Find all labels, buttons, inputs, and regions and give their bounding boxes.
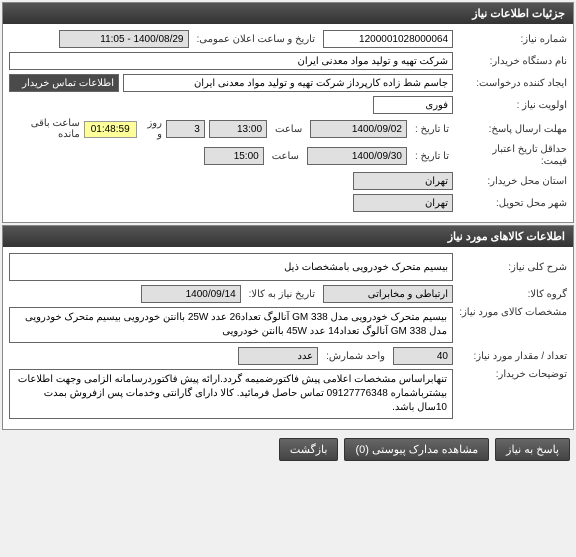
row-group: گروه کالا: ارتباطی و مخابراتی تاریخ نیاز… <box>9 285 567 303</box>
requester-field: جاسم شط زاده کارپرداز شرکت تهیه و تولید … <box>123 74 453 92</box>
unit-field: عدد <box>238 347 318 365</box>
days-remain-field: 3 <box>166 120 205 138</box>
unit-label: واحد شمارش: <box>322 351 389 362</box>
validity-label: حداقل تاریخ اعتبار قیمت: <box>457 144 567 168</box>
validity-time-field: 15:00 <box>204 147 264 165</box>
need-date-label: تاریخ نیاز به کالا: <box>245 289 319 300</box>
row-deadline: مهلت ارسال پاسخ: تا تاریخ : 1400/09/02 س… <box>9 118 567 140</box>
deadline-time-field: 13:00 <box>209 120 267 138</box>
announce-date-field: 1400/08/29 - 11:05 <box>59 30 189 48</box>
days-txt: روز و <box>141 118 162 140</box>
buyer-province-label: استان محل خریدار: <box>457 176 567 187</box>
row-delivery-city: شهر محل تحویل: تهران <box>9 194 567 212</box>
goods-panel: اطلاعات کالاهای مورد نیاز شرح کلی نیاز: … <box>2 225 574 430</box>
announce-date-label: تاریخ و ساعت اعلان عمومی: <box>193 34 320 45</box>
spec-field: بیسیم متحرک خودرویی مدل GM 338 آنالوگ تع… <box>9 307 453 343</box>
button-row: پاسخ به نیاز مشاهده مدارک پیوستی (0) باز… <box>0 432 576 467</box>
notes-field: تنهابراساس مشخصات اعلامی پیش فاکتورضمیمه… <box>9 369 453 419</box>
contact-buyer-link[interactable]: اطلاعات تماس خریدار <box>9 74 119 92</box>
group-label: گروه کالا: <box>457 289 567 300</box>
need-number-label: شماره نیاز: <box>457 34 567 45</box>
desc-label: شرح کلی نیاز: <box>457 262 567 273</box>
notes-label: توضیحات خریدار: <box>457 369 567 380</box>
priority-label: اولویت نیاز : <box>457 100 567 111</box>
need-number-field: 1200001028000064 <box>323 30 453 48</box>
validity-date-field: 1400/09/30 <box>307 147 407 165</box>
priority-field: فوری <box>373 96 453 114</box>
desc-field: بیسیم متحرک خودرویی بامشخصات ذیل <box>9 253 453 281</box>
deadline-label: مهلت ارسال پاسخ: <box>457 124 567 135</box>
row-province: استان محل خریدار: تهران <box>9 172 567 190</box>
group-field: ارتباطی و مخابراتی <box>323 285 453 303</box>
to-date-label: تا تاریخ : <box>411 124 453 135</box>
row-desc: شرح کلی نیاز: بیسیم متحرک خودرویی بامشخص… <box>9 253 567 281</box>
buyer-province-field: تهران <box>353 172 453 190</box>
time-remain-field: 01:48:59 <box>84 121 137 138</box>
qty-label: تعداد / مقدار مورد نیاز: <box>457 351 567 362</box>
saat-label-1: ساعت <box>271 124 306 135</box>
min-validity-label: حداقل تاریخ اعتبار <box>492 144 567 155</box>
goods-panel-body: شرح کلی نیاز: بیسیم متحرک خودرویی بامشخص… <box>3 247 573 429</box>
attachments-button[interactable]: مشاهده مدارک پیوستی (0) <box>344 438 489 461</box>
row-priority: اولویت نیاز : فوری <box>9 96 567 114</box>
row-qty: تعداد / مقدار مورد نیاز: 40 واحد شمارش: … <box>9 347 567 365</box>
price-label: قیمت: <box>541 156 567 167</box>
back-button[interactable]: بازگشت <box>279 438 339 461</box>
remain-txt: ساعت باقی مانده <box>9 118 80 140</box>
saat-label-2: ساعت <box>268 151 303 162</box>
details-panel: جزئیات اطلاعات نیاز شماره نیاز: 12000010… <box>2 2 574 223</box>
row-requester: ایجاد کننده درخواست: جاسم شط زاده کارپرد… <box>9 74 567 92</box>
row-notes: توضیحات خریدار: تنهابراساس مشخصات اعلامی… <box>9 369 567 419</box>
reply-button[interactable]: پاسخ به نیاز <box>495 438 570 461</box>
to-date-label-2: تا تاریخ : <box>411 151 453 162</box>
row-validity: حداقل تاریخ اعتبار قیمت: تا تاریخ : 1400… <box>9 144 567 168</box>
qty-field: 40 <box>393 347 453 365</box>
row-spec: مشخصات کالای مورد نیاز: بیسیم متحرک خودر… <box>9 307 567 343</box>
buyer-label: نام دستگاه خریدار: <box>457 56 567 67</box>
deadline-date-field: 1400/09/02 <box>310 120 407 138</box>
details-panel-body: شماره نیاز: 1200001028000064 تاریخ و ساع… <box>3 24 573 222</box>
row-buyer: نام دستگاه خریدار: شرکت تهیه و تولید موا… <box>9 52 567 70</box>
need-date-field: 1400/09/14 <box>141 285 241 303</box>
buyer-field: شرکت تهیه و تولید مواد معدنی ایران <box>9 52 453 70</box>
delivery-city-field: تهران <box>353 194 453 212</box>
delivery-city-label: شهر محل تحویل: <box>457 198 567 209</box>
requester-label: ایجاد کننده درخواست: <box>457 78 567 89</box>
details-panel-header: جزئیات اطلاعات نیاز <box>3 3 573 24</box>
goods-panel-header: اطلاعات کالاهای مورد نیاز <box>3 226 573 247</box>
spec-label: مشخصات کالای مورد نیاز: <box>457 307 567 318</box>
row-need-number: شماره نیاز: 1200001028000064 تاریخ و ساع… <box>9 30 567 48</box>
